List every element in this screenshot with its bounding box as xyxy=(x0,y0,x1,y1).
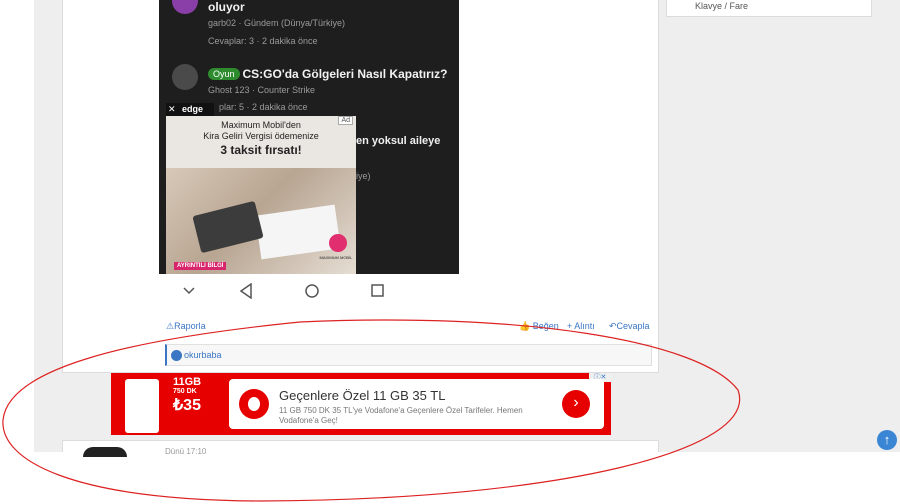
red-annotation-ellipse xyxy=(2,319,741,502)
